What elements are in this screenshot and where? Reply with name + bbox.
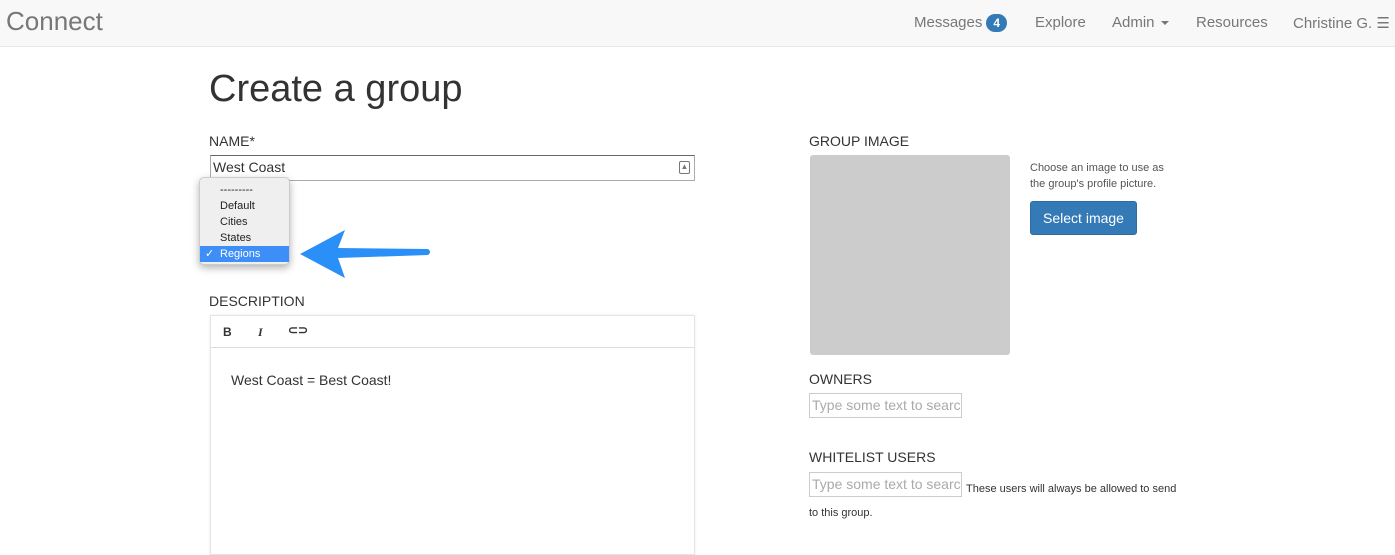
nav-resources[interactable]: Resources [1196, 14, 1268, 31]
dropdown-option-default[interactable]: Default [200, 198, 289, 214]
group-image-label: GROUP IMAGE [809, 133, 910, 149]
dropdown-option-regions-label: Regions [220, 248, 261, 260]
select-image-button[interactable]: Select image [1030, 201, 1137, 235]
italic-button[interactable]: I [258, 325, 263, 340]
editor-toolbar: B I ⊂⊃ [211, 316, 694, 348]
dropdown-option-none[interactable]: --------- [200, 182, 289, 198]
bold-button[interactable]: B [223, 325, 232, 339]
name-value: West Coast [213, 159, 286, 175]
group-image-help: Choose an image to use as the group's pr… [1030, 162, 1164, 190]
owners-label: OWNERS [809, 371, 872, 387]
group-image-placeholder [810, 155, 1010, 355]
hamburger-icon: ☰ [1376, 15, 1390, 32]
annotation-arrow-icon [300, 230, 430, 278]
category-dropdown-menu[interactable]: --------- Default Cities States ✓ Regions [199, 177, 290, 265]
nav-messages[interactable]: Messages 4 [914, 14, 1008, 32]
nav-admin-label: Admin [1112, 14, 1155, 31]
whitelist-help: These users will always be allowed to se… [809, 483, 1177, 519]
top-navbar: Connect Messages 4 Explore Admin Resource… [0, 0, 1395, 47]
description-editor[interactable]: B I ⊂⊃ West Coast = Best Coast! [210, 315, 695, 555]
checkmark-icon: ✓ [205, 248, 215, 260]
page-title: Create a group [209, 68, 463, 110]
dropdown-option-regions[interactable]: ✓ Regions [200, 246, 289, 262]
nav-explore[interactable]: Explore [1035, 14, 1086, 31]
brand-logo[interactable]: Connect [6, 6, 103, 37]
nav-messages-label: Messages [914, 14, 983, 31]
messages-count-badge: 4 [986, 14, 1008, 32]
dropdown-option-cities[interactable]: Cities [200, 214, 289, 230]
user-name: Christine G. [1293, 15, 1373, 32]
nav-admin[interactable]: Admin [1112, 14, 1169, 31]
contact-card-icon: ▲ [679, 161, 690, 174]
description-content[interactable]: West Coast = Best Coast! [211, 348, 694, 412]
whitelist-label: WHITELIST USERS [809, 449, 936, 465]
nav-user-menu[interactable]: Christine G. ☰ [1293, 14, 1390, 32]
link-icon[interactable]: ⊂⊃ [288, 323, 308, 337]
owners-search-input[interactable]: Type some text to search [809, 393, 962, 418]
name-label: NAME* [209, 133, 255, 149]
dropdown-option-states[interactable]: States [200, 230, 289, 246]
description-label: DESCRIPTION [209, 293, 305, 309]
caret-down-icon [1160, 21, 1169, 26]
